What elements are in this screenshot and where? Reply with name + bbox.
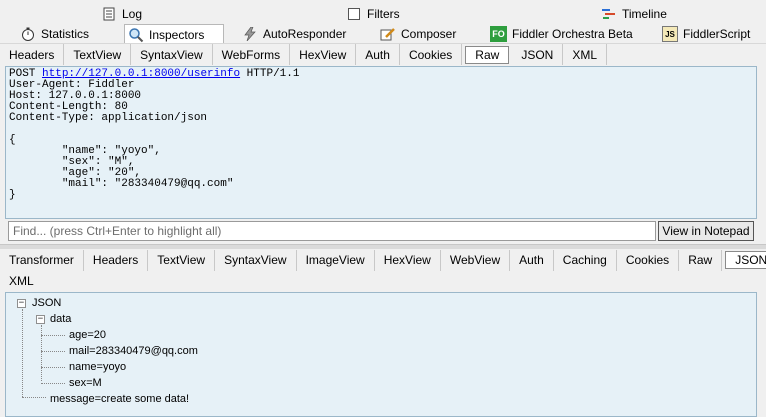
fo-icon: FO bbox=[490, 26, 507, 42]
view-in-notepad-button[interactable]: View in Notepad bbox=[658, 221, 754, 241]
tab-autoresponder[interactable]: AutoResponder bbox=[242, 24, 346, 44]
pencil-icon bbox=[380, 26, 396, 42]
request-tab-raw[interactable]: Raw bbox=[465, 45, 510, 64]
tree-connector bbox=[41, 335, 65, 336]
request-raw-text[interactable]: POST http://127.0.0.1:8000/userinfo HTTP… bbox=[5, 66, 757, 219]
tab-timeline[interactable]: Timeline bbox=[601, 4, 667, 24]
js-icon: JS bbox=[662, 26, 678, 42]
body-close-brace: } bbox=[9, 189, 16, 201]
response-tab-imageview[interactable]: ImageView bbox=[297, 249, 375, 271]
response-tab-xml[interactable]: XML bbox=[0, 270, 43, 291]
request-tab-auth[interactable]: Auth bbox=[356, 44, 400, 65]
response-tab-raw[interactable]: Raw bbox=[679, 249, 723, 271]
body-open-brace: { bbox=[9, 134, 16, 146]
tree-node-name[interactable]: name=yoyo bbox=[69, 361, 126, 373]
response-tab-strip: Transformer Headers TextView SyntaxView … bbox=[0, 249, 766, 271]
request-tab-xml[interactable]: XML bbox=[563, 44, 608, 65]
request-protocol: HTTP/1.1 bbox=[246, 68, 300, 80]
tab-composer-label: Composer bbox=[401, 27, 457, 41]
tab-autoresponder-label: AutoResponder bbox=[263, 27, 347, 41]
request-tab-strip: Headers TextView SyntaxView WebForms Hex… bbox=[0, 43, 766, 65]
response-tab-transformer[interactable]: Transformer bbox=[0, 249, 84, 271]
collapse-json-toggle[interactable]: − bbox=[17, 299, 26, 308]
response-tab-strip-2: XML bbox=[0, 270, 766, 291]
tree-connector bbox=[22, 397, 46, 398]
tree-node-message[interactable]: message=create some data! bbox=[50, 393, 189, 405]
response-tab-auth[interactable]: Auth bbox=[510, 249, 554, 271]
tab-inspectors[interactable]: Inspectors bbox=[124, 24, 224, 44]
tab-fiddlerscript-label: FiddlerScript bbox=[683, 27, 751, 41]
tab-filters[interactable]: Filters bbox=[346, 4, 400, 24]
tree-node-age[interactable]: age=20 bbox=[69, 329, 106, 341]
tab-inspectors-label: Inspectors bbox=[149, 27, 205, 42]
tab-fiddler-orchestra-beta-label: Fiddler Orchestra Beta bbox=[512, 27, 633, 41]
body-line: "mail": "283340479@qq.com" bbox=[61, 178, 234, 190]
tab-timeline-label: Timeline bbox=[622, 7, 667, 21]
tree-connector bbox=[22, 309, 23, 397]
tab-statistics[interactable]: Statistics bbox=[20, 24, 89, 44]
request-tab-syntaxview[interactable]: SyntaxView bbox=[131, 44, 213, 65]
tree-connector bbox=[41, 351, 65, 352]
lightning-icon bbox=[242, 26, 258, 42]
response-tab-cookies[interactable]: Cookies bbox=[617, 249, 680, 271]
header-line: Content-Type: application/json bbox=[9, 112, 208, 124]
collapse-data-toggle[interactable]: − bbox=[36, 315, 45, 324]
request-tab-webforms[interactable]: WebForms bbox=[213, 44, 291, 65]
top-tab-row-1: Log Filters Timeline bbox=[0, 4, 766, 24]
find-input[interactable]: Find... (press Ctrl+Enter to highlight a… bbox=[8, 221, 656, 241]
tree-node-mail[interactable]: mail=283340479@qq.com bbox=[69, 345, 198, 357]
tree-connector bbox=[41, 325, 42, 381]
tree-connector bbox=[41, 383, 65, 384]
response-tab-hexview[interactable]: HexView bbox=[375, 249, 441, 271]
tree-node-root[interactable]: JSON bbox=[32, 297, 61, 309]
response-tab-webview[interactable]: WebView bbox=[441, 249, 511, 271]
tab-composer[interactable]: Composer bbox=[380, 24, 456, 44]
response-tab-textview[interactable]: TextView bbox=[148, 249, 216, 271]
timeline-icon bbox=[601, 6, 617, 22]
tree-node-data[interactable]: data bbox=[50, 313, 71, 325]
request-tab-headers[interactable]: Headers bbox=[0, 44, 65, 65]
top-tab-row-2: Statistics Inspectors AutoResponder Comp… bbox=[0, 24, 766, 44]
tab-fiddlerscript[interactable]: JS FiddlerScript bbox=[662, 24, 750, 44]
response-tab-headers[interactable]: Headers bbox=[84, 249, 149, 271]
tab-filters-label: Filters bbox=[367, 7, 400, 21]
tab-log[interactable]: Log bbox=[101, 4, 142, 24]
request-tab-cookies[interactable]: Cookies bbox=[400, 44, 463, 65]
request-tab-textview[interactable]: TextView bbox=[64, 44, 132, 65]
magnifier-icon bbox=[128, 27, 144, 43]
tab-log-label: Log bbox=[122, 7, 143, 21]
tree-node-sex[interactable]: sex=M bbox=[69, 377, 102, 389]
checkbox-icon bbox=[346, 6, 362, 22]
stopwatch-icon bbox=[20, 26, 36, 42]
json-tree[interactable]: − JSON − data age=20 mail=283340479@qq.c… bbox=[5, 292, 757, 417]
tree-connector bbox=[41, 367, 65, 368]
response-tab-caching[interactable]: Caching bbox=[554, 249, 617, 271]
request-tab-hexview[interactable]: HexView bbox=[290, 44, 357, 65]
tab-statistics-label: Statistics bbox=[41, 27, 90, 41]
log-icon bbox=[101, 6, 117, 22]
tab-fiddler-orchestra-beta[interactable]: FO Fiddler Orchestra Beta bbox=[490, 24, 633, 44]
request-tab-json[interactable]: JSON bbox=[512, 44, 564, 65]
response-tab-json[interactable]: JSON bbox=[725, 251, 766, 269]
response-tab-syntaxview[interactable]: SyntaxView bbox=[215, 249, 297, 271]
